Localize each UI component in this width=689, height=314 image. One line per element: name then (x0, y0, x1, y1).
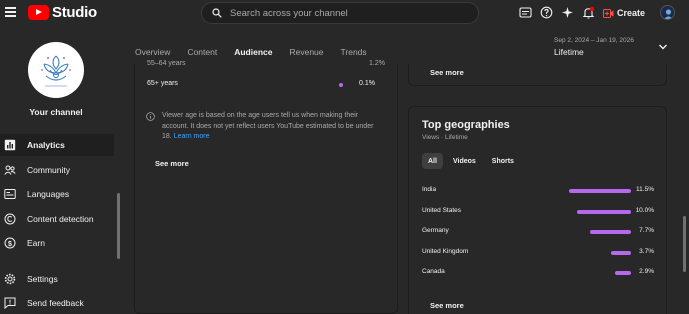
age-see-more-button[interactable]: See more (147, 154, 197, 172)
previous-card: See more (408, 64, 667, 86)
geographies-see-more-button[interactable]: See more (422, 296, 472, 314)
geographies-filter-chips: All Videos Shorts (422, 153, 520, 169)
sidebar-item-label: Settings (27, 274, 58, 284)
geo-row-name: Germany (422, 227, 449, 234)
top-bar: Studio Create (0, 0, 689, 26)
content-detection-icon (4, 213, 16, 225)
geo-row-pct: 3.7% (639, 247, 654, 255)
create-label: Create (616, 8, 645, 18)
menu-icon[interactable] (5, 7, 16, 17)
sparkle-icon[interactable] (561, 6, 574, 19)
age-info-text: Viewer age is based on the age users tel… (162, 111, 384, 143)
geo-row: Canada 2.9% (422, 268, 658, 280)
languages-icon (4, 189, 16, 199)
search-bar[interactable] (201, 2, 479, 24)
youtube-logo-icon (28, 5, 49, 20)
sidebar-item-settings[interactable]: Settings (0, 268, 114, 290)
main-scrollbar[interactable] (683, 216, 686, 272)
sidebar-item-label: Send feedback (27, 298, 84, 308)
sidebar-item-label: Content detection (27, 214, 94, 224)
geo-row-name: Canada (422, 268, 445, 275)
analytics-icon (4, 139, 16, 151)
age-row-label: 55–64 years (147, 60, 186, 67)
sidebar-item-send-feedback[interactable]: Send feedback (0, 292, 114, 314)
sidebar-item-label: Community (27, 165, 70, 175)
learn-more-link[interactable]: Learn more (174, 133, 210, 140)
geo-row-bar (611, 250, 631, 255)
channel-avatar[interactable] (28, 42, 84, 98)
sidebar-item-community[interactable]: Community (0, 159, 114, 181)
sidebar-item-label: Analytics (27, 140, 65, 150)
sidebar-item-languages[interactable]: Languages (0, 183, 114, 205)
age-row-cut: 55–64 years 1.2% (147, 60, 387, 67)
sidebar: Your channel Analytics Community Languag… (0, 26, 122, 314)
geo-row-pct: 10.0% (635, 206, 654, 214)
geo-row-pct: 7.7% (639, 227, 654, 234)
studio-logo[interactable]: Studio (28, 4, 97, 21)
geo-row-pct: 2.9% (639, 268, 654, 275)
age-row-dot (339, 83, 343, 87)
geo-row: United Kingdom 3.7% (422, 248, 658, 260)
geo-row-name: United Kingdom (422, 247, 469, 255)
geographies-title: Top geographies (422, 119, 510, 131)
date-range-label: Lifetime (554, 47, 584, 57)
sidebar-item-earn[interactable]: $ Earn (0, 232, 114, 254)
date-range-picker[interactable]: Sep 2, 2024 – Jan 19, 2026 Lifetime (554, 37, 634, 57)
geo-row: Germany 7.7% (422, 227, 658, 239)
earn-icon: $ (4, 237, 16, 249)
geo-row-name: United States (422, 206, 462, 214)
sidebar-item-content-detection[interactable]: Content detection (0, 208, 114, 230)
age-row-label: 65+ years (147, 80, 178, 87)
channel-logo-image (41, 55, 71, 87)
geographies-card: Top geographies Views · Lifetime All Vid… (408, 106, 667, 314)
date-range-text: Sep 2, 2024 – Jan 19, 2026 (554, 37, 634, 44)
geo-row-bar (577, 209, 631, 214)
geo-row: India 11.5% (422, 186, 658, 198)
age-row: 65+ years 0.1% (147, 80, 387, 92)
sidebar-item-label: Earn (27, 238, 45, 248)
channel-label: Your channel (29, 107, 83, 117)
age-row-pct: 0.1% (359, 80, 375, 87)
logo-text: Studio (52, 4, 97, 21)
info-icon (146, 112, 155, 121)
geo-row-name: India (422, 186, 437, 193)
search-input[interactable] (230, 7, 470, 19)
help-icon[interactable] (540, 6, 553, 19)
chip-videos[interactable]: Videos (447, 153, 482, 169)
chip-all[interactable]: All (422, 153, 443, 169)
chevron-down-icon[interactable] (658, 43, 668, 51)
geo-row-bar (569, 189, 631, 193)
previous-see-more-button[interactable]: See more (422, 63, 472, 81)
age-card: 55–64 years 1.2% 65+ years 0.1% Viewer a… (134, 60, 398, 314)
notifications-icon[interactable] (582, 6, 595, 19)
svg-text:$: $ (8, 241, 12, 248)
search-icon (212, 8, 222, 18)
geo-row-pct: 11.5% (636, 186, 654, 193)
sidebar-item-analytics[interactable]: Analytics (0, 134, 114, 156)
settings-icon (4, 273, 16, 285)
geo-row: United States 10.0% (422, 207, 658, 219)
geographies-subtitle: Views · Lifetime (422, 134, 468, 141)
geo-row-bar (589, 230, 631, 234)
feedback-icon (4, 297, 16, 309)
geo-row-bar (615, 271, 631, 275)
community-icon (4, 165, 16, 175)
create-icon (602, 8, 614, 18)
account-avatar-image (664, 9, 673, 19)
sidebar-item-label: Languages (27, 189, 70, 199)
age-row-pct: 1.2% (369, 60, 385, 67)
account-avatar[interactable] (660, 5, 675, 20)
subtitles-icon[interactable] (519, 6, 532, 19)
sidebar-scrollbar[interactable] (117, 193, 120, 259)
chip-shorts[interactable]: Shorts (486, 153, 520, 169)
create-button[interactable]: Create (601, 4, 647, 22)
